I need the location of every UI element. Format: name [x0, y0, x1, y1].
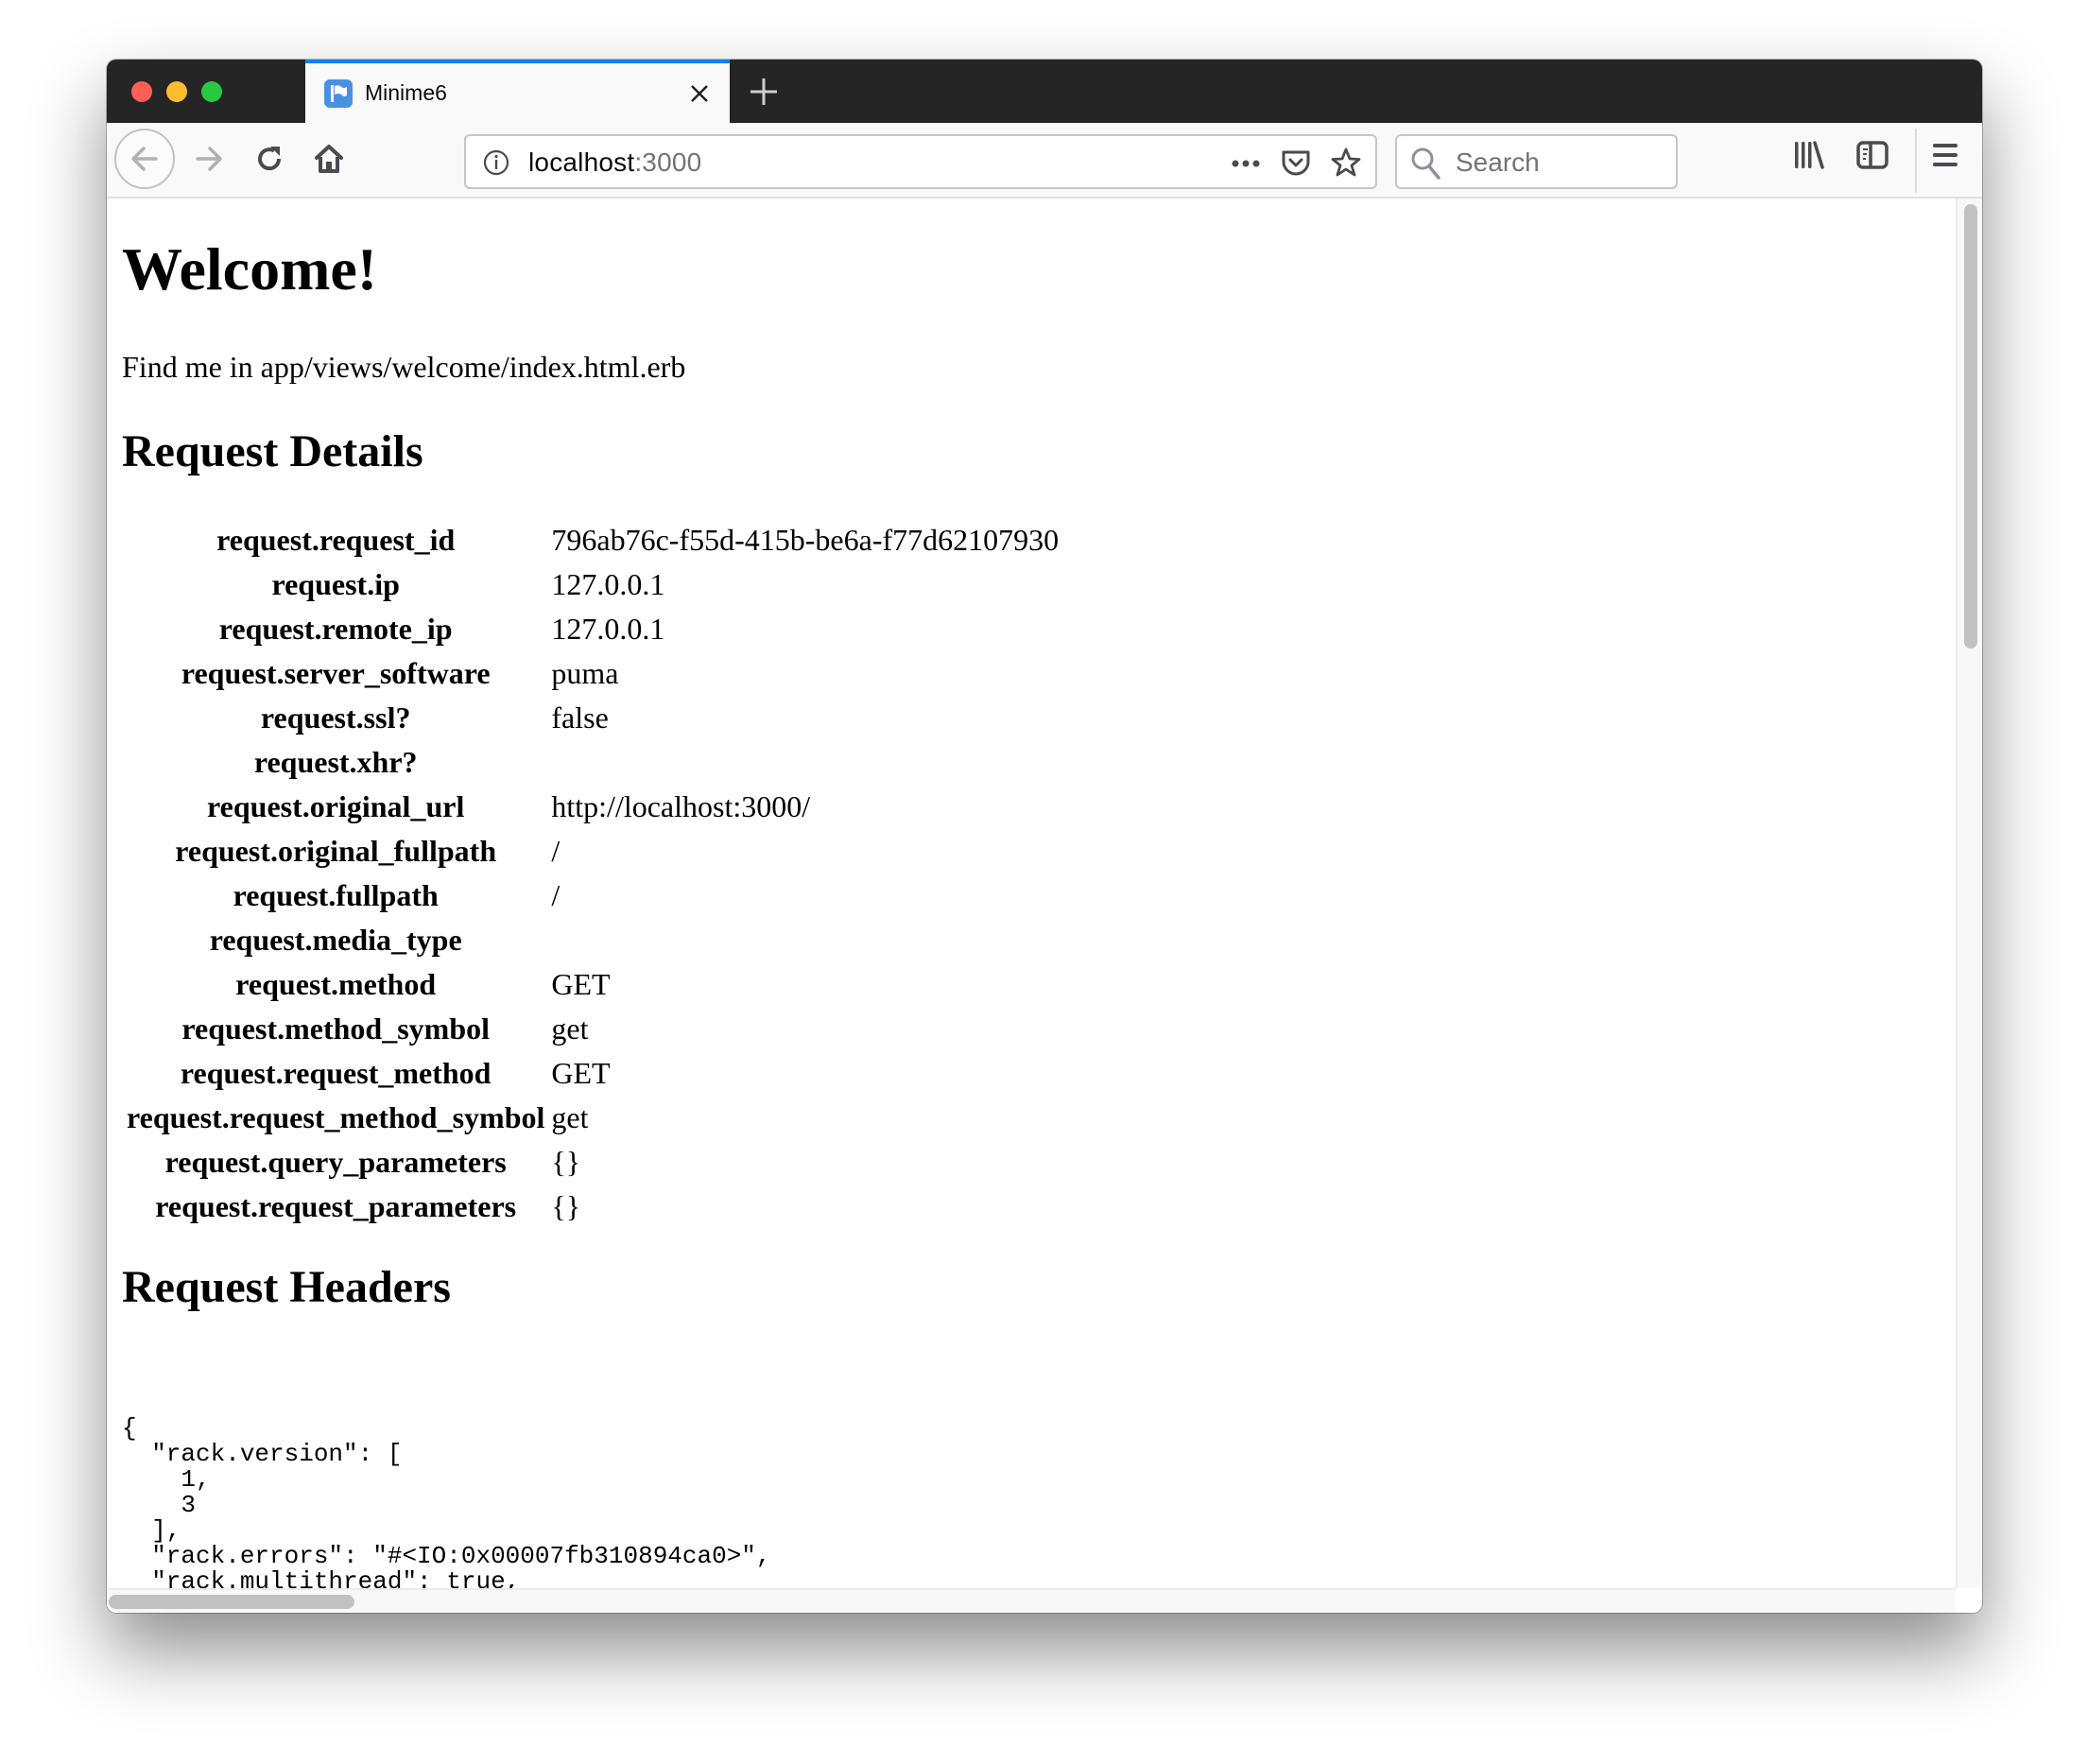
pocket-icon[interactable] — [1281, 149, 1311, 182]
tab-strip: Minime6 — [107, 60, 1982, 123]
detail-key: request.ip — [271, 567, 400, 601]
detail-key: request.query_parameters — [164, 1145, 507, 1179]
flag-icon — [324, 79, 353, 108]
detail-value: get — [551, 1100, 589, 1134]
table-row: request.request_method_symbol get — [125, 1096, 1061, 1140]
tab-active[interactable]: Minime6 — [305, 60, 730, 123]
info-icon[interactable] — [481, 147, 511, 182]
detail-key: request.request_method_symbol — [127, 1100, 545, 1134]
detail-key: request.xhr? — [253, 745, 418, 779]
forward-button[interactable] — [179, 129, 239, 189]
detail-key: request.method — [235, 967, 437, 1001]
request-details-heading: Request Details — [122, 426, 423, 476]
toolbar-separator — [1915, 129, 1917, 193]
detail-key: request.request_id — [216, 523, 456, 557]
search-icon — [1410, 147, 1442, 185]
plus-icon[interactable] — [745, 73, 783, 111]
detail-key: request.server_software — [181, 656, 491, 690]
window-close-button[interactable] — [131, 81, 152, 102]
url-text[interactable]: localhost:3000 — [528, 147, 701, 178]
search-input[interactable]: Search — [1395, 134, 1678, 189]
table-row: request.remote_ip 127.0.0.1 — [125, 607, 1061, 651]
table-row: request.ip 127.0.0.1 — [125, 562, 1061, 607]
vertical-scrollbar[interactable] — [1956, 199, 1982, 1613]
page-title: Welcome! — [122, 235, 378, 303]
detail-value: GET — [551, 967, 611, 1001]
reload-icon — [258, 147, 282, 171]
table-row: request.request_parameters {} — [125, 1185, 1061, 1229]
window-minimize-button[interactable] — [166, 81, 187, 102]
table-row: request.request_method GET — [125, 1051, 1061, 1096]
detail-value: / — [551, 878, 561, 912]
vertical-scrollbar-thumb[interactable] — [1964, 204, 1977, 649]
arrow-left-icon — [131, 147, 158, 171]
request-headers-heading: Request Headers — [122, 1262, 451, 1312]
detail-key: request.method_symbol — [181, 1012, 490, 1046]
detail-value: GET — [551, 1056, 611, 1090]
table-row: request.fullpath / — [125, 873, 1061, 918]
detail-value: 127.0.0.1 — [551, 612, 665, 646]
browser-window: Minime6 localhost:3000 Search Welcome! F… — [107, 60, 1982, 1613]
tab-title: Minime6 — [365, 80, 447, 105]
detail-value: puma — [551, 656, 619, 690]
horizontal-scrollbar[interactable] — [107, 1588, 1956, 1613]
scrollbar-corner — [1956, 1588, 1982, 1613]
close-icon[interactable] — [686, 80, 713, 107]
sidebar-icon[interactable] — [1855, 140, 1889, 175]
table-row: request.xhr? — [125, 740, 1061, 785]
arrow-right-icon — [196, 147, 222, 171]
back-button[interactable] — [114, 129, 175, 189]
star-icon[interactable] — [1330, 147, 1362, 183]
detail-value — [549, 918, 1061, 962]
page-viewport: Welcome! Find me in app/views/welcome/in… — [107, 199, 1956, 1613]
table-row: request.ssl? false — [125, 696, 1061, 740]
intro-text: Find me in app/views/welcome/index.html.… — [122, 350, 686, 384]
detail-key: request.original_url — [207, 789, 465, 823]
search-placeholder: Search — [1456, 147, 1540, 177]
url-port: :3000 — [634, 147, 702, 177]
detail-key: request.remote_ip — [218, 612, 453, 646]
detail-key: request.fullpath — [233, 878, 439, 912]
table-row: request.original_fullpath / — [125, 829, 1061, 873]
hamburger-menu-icon[interactable] — [1931, 140, 1959, 175]
detail-key: request.original_fullpath — [175, 834, 497, 868]
window-maximize-button[interactable] — [201, 81, 222, 102]
detail-value: 796ab76c-f55d-415b-be6a-f77d62107930 — [551, 523, 1060, 557]
reload-button[interactable] — [239, 129, 300, 189]
table-row: request.original_url http://localhost:300… — [125, 785, 1061, 829]
detail-value: {} — [551, 1189, 581, 1223]
nav-toolbar: localhost:3000 Search — [107, 123, 1982, 199]
table-row: request.media_type — [125, 918, 1061, 962]
detail-key: request.media_type — [209, 923, 462, 957]
library-icon[interactable] — [1792, 140, 1826, 175]
home-button[interactable] — [299, 129, 359, 189]
table-row: request.query_parameters {} — [125, 1140, 1061, 1185]
detail-key: request.ssl? — [260, 700, 411, 735]
table-row: request.method GET — [125, 962, 1061, 1007]
url-host: localhost — [528, 147, 635, 177]
detail-key: request.request_method — [180, 1056, 492, 1090]
request-details-table: request.request_id 796ab76c-f55d-415b-be6… — [122, 518, 1063, 1229]
detail-value: {} — [551, 1145, 581, 1179]
detail-value: / — [551, 834, 561, 868]
detail-value: 127.0.0.1 — [551, 567, 665, 601]
table-row: request.server_software puma — [125, 651, 1061, 696]
table-row: request.request_id 796ab76c-f55d-415b-be6… — [125, 518, 1061, 562]
more-horizontal-icon[interactable] — [1230, 149, 1262, 182]
detail-value: get — [551, 1012, 589, 1046]
detail-value — [549, 740, 1061, 785]
url-bar[interactable]: localhost:3000 — [464, 134, 1377, 189]
home-icon — [315, 145, 343, 173]
detail-key: request.request_parameters — [155, 1189, 517, 1223]
detail-value: false — [551, 700, 609, 735]
detail-value: http://localhost:3000/ — [551, 789, 811, 823]
request-headers-json: { "rack.version": [ 1, 3 ], "rack.errors… — [122, 1414, 771, 1614]
horizontal-scrollbar-thumb[interactable] — [109, 1595, 354, 1609]
table-row: request.method_symbol get — [125, 1007, 1061, 1051]
